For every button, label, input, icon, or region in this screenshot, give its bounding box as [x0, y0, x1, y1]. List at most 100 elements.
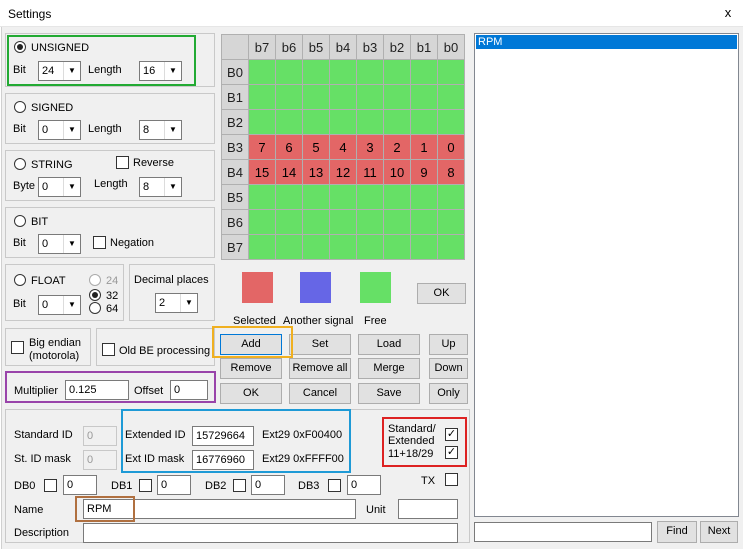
grid-cell[interactable] — [383, 59, 411, 85]
db2-checkbox[interactable] — [233, 479, 246, 492]
offset-input[interactable]: 0 — [170, 380, 208, 400]
grid-cell[interactable] — [437, 59, 465, 85]
grid-cell[interactable] — [329, 109, 357, 135]
add-button[interactable]: Add — [220, 334, 282, 355]
next-button[interactable]: Next — [700, 521, 738, 543]
remove-button[interactable]: Remove — [220, 358, 282, 379]
grid-cell[interactable]: 9 — [410, 159, 438, 185]
grid-cell[interactable] — [383, 184, 411, 210]
grid-cell[interactable] — [248, 209, 276, 235]
grid-cell[interactable]: 0 — [437, 134, 465, 160]
signal-list[interactable]: RPM — [474, 33, 739, 517]
grid-cell[interactable] — [275, 109, 303, 135]
grid-cell[interactable] — [356, 184, 384, 210]
float-radio[interactable] — [14, 274, 26, 286]
grid-cell[interactable] — [383, 209, 411, 235]
grid-cell[interactable]: 8 — [437, 159, 465, 185]
grid-cell[interactable] — [248, 84, 276, 110]
grid-cell[interactable] — [356, 59, 384, 85]
grid-cell[interactable] — [437, 109, 465, 135]
grid-cell[interactable] — [275, 59, 303, 85]
grid-cell[interactable] — [329, 234, 357, 260]
db3-checkbox[interactable] — [328, 479, 341, 492]
bit-radio[interactable] — [14, 215, 26, 227]
float-64-radio[interactable] — [89, 302, 101, 314]
grid-cell[interactable] — [329, 209, 357, 235]
remove-all-button[interactable]: Remove all — [289, 358, 351, 379]
up-button[interactable]: Up — [429, 334, 468, 355]
mixed-id-checkbox[interactable]: ✓ — [445, 446, 458, 459]
grid-cell[interactable]: 3 — [356, 134, 384, 160]
grid-cell[interactable] — [437, 209, 465, 235]
multiplier-input[interactable]: 0.125 — [65, 380, 129, 400]
string-byte-combo[interactable]: 0 ▼ — [38, 177, 81, 197]
string-radio[interactable] — [14, 158, 26, 170]
grid-cell[interactable] — [437, 184, 465, 210]
grid-cell[interactable] — [356, 209, 384, 235]
down-button[interactable]: Down — [429, 358, 468, 379]
grid-cell[interactable] — [275, 184, 303, 210]
float-24-radio[interactable] — [89, 274, 101, 286]
unsigned-bit-combo[interactable]: 24 ▼ — [38, 61, 81, 81]
only-button[interactable]: Only — [429, 383, 468, 404]
cancel-button[interactable]: Cancel — [289, 383, 351, 404]
grid-cell[interactable]: 13 — [302, 159, 330, 185]
grid-cell[interactable] — [302, 234, 330, 260]
grid-cell[interactable] — [437, 234, 465, 260]
grid-cell[interactable] — [275, 209, 303, 235]
standard-id-input[interactable]: 0 — [83, 426, 117, 446]
ext-id-mask-input[interactable]: 16776960 — [192, 450, 254, 470]
db2-input[interactable]: 0 — [251, 475, 285, 495]
grid-cell[interactable] — [302, 84, 330, 110]
grid-cell[interactable]: 10 — [383, 159, 411, 185]
grid-cell[interactable] — [410, 109, 438, 135]
grid-cell[interactable] — [356, 109, 384, 135]
find-button[interactable]: Find — [657, 521, 697, 543]
name-input[interactable]: RPM — [83, 499, 356, 519]
set-button[interactable]: Set — [289, 334, 351, 355]
find-input[interactable] — [474, 522, 652, 542]
grid-cell[interactable] — [302, 59, 330, 85]
signal-list-item[interactable]: RPM — [476, 35, 737, 49]
unsigned-radio[interactable] — [14, 41, 26, 53]
db1-input[interactable]: 0 — [157, 475, 191, 495]
grid-cell[interactable] — [302, 184, 330, 210]
grid-cell[interactable] — [410, 209, 438, 235]
grid-cell[interactable] — [410, 234, 438, 260]
tx-checkbox[interactable] — [445, 473, 458, 486]
load-button[interactable]: Load — [358, 334, 420, 355]
extended-id-input[interactable]: 15729664 — [192, 426, 254, 446]
grid-cell[interactable] — [275, 84, 303, 110]
unit-input[interactable] — [398, 499, 458, 519]
signed-bit-combo[interactable]: 0 ▼ — [38, 120, 81, 140]
st-id-mask-input[interactable]: 0 — [83, 450, 117, 470]
signed-length-combo[interactable]: 8 ▼ — [139, 120, 182, 140]
float-32-radio[interactable] — [89, 289, 101, 301]
grid-cell[interactable] — [383, 109, 411, 135]
grid-cell[interactable]: 12 — [329, 159, 357, 185]
string-length-combo[interactable]: 8 ▼ — [139, 177, 182, 197]
negation-checkbox[interactable] — [93, 236, 106, 249]
db0-checkbox[interactable] — [44, 479, 57, 492]
grid-cell[interactable] — [329, 59, 357, 85]
merge-button[interactable]: Merge — [358, 358, 420, 379]
grid-cell[interactable]: 5 — [302, 134, 330, 160]
db0-input[interactable]: 0 — [63, 475, 97, 495]
bit-bit-combo[interactable]: 0 ▼ — [38, 234, 81, 254]
grid-cell[interactable]: 2 — [383, 134, 411, 160]
legend-ok-button[interactable]: OK — [417, 283, 466, 304]
grid-cell[interactable] — [248, 109, 276, 135]
grid-cell[interactable] — [248, 59, 276, 85]
grid-cell[interactable] — [383, 84, 411, 110]
grid-cell[interactable] — [410, 184, 438, 210]
grid-cell[interactable] — [329, 84, 357, 110]
db3-input[interactable]: 0 — [347, 475, 381, 495]
grid-cell[interactable]: 15 — [248, 159, 276, 185]
decimal-combo[interactable]: 2 ▼ — [155, 293, 198, 313]
std-ext-checkbox[interactable]: ✓ — [445, 428, 458, 441]
db1-checkbox[interactable] — [139, 479, 152, 492]
signed-radio[interactable] — [14, 101, 26, 113]
grid-cell[interactable] — [248, 234, 276, 260]
grid-cell[interactable] — [356, 234, 384, 260]
grid-cell[interactable]: 7 — [248, 134, 276, 160]
